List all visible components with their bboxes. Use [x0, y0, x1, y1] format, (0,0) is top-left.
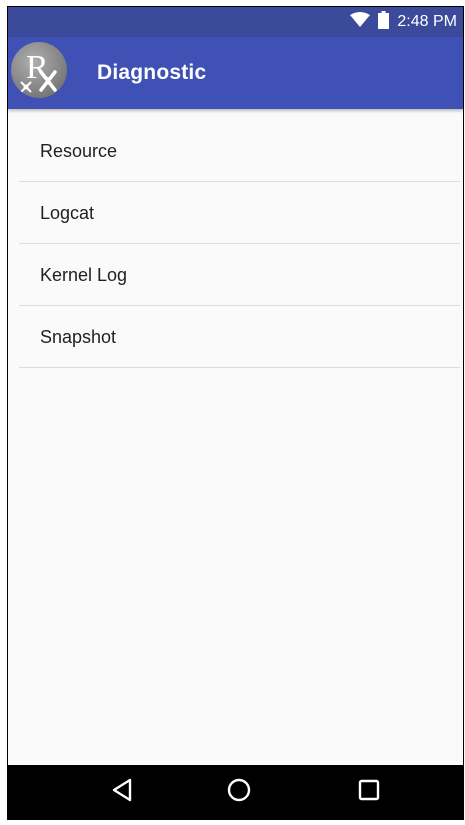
app-title: Diagnostic	[97, 61, 207, 84]
home-button[interactable]	[209, 765, 269, 819]
status-bar: 2:48 PM	[8, 7, 463, 37]
diagnostic-menu-list: Resource Logcat Kernel Log Snapshot	[8, 109, 463, 368]
recents-icon	[358, 779, 380, 806]
home-icon	[227, 778, 251, 807]
menu-item-logcat[interactable]: Logcat	[8, 182, 463, 244]
wifi-icon	[350, 11, 371, 33]
status-time: 2:48 PM	[397, 13, 457, 30]
menu-item-kernel-log[interactable]: Kernel Log	[8, 244, 463, 306]
navigation-bar	[8, 765, 463, 819]
battery-icon	[378, 10, 390, 34]
back-icon	[111, 778, 133, 807]
rx-logo-icon: R	[11, 42, 67, 98]
menu-item-snapshot[interactable]: Snapshot	[8, 306, 463, 368]
recents-button[interactable]	[339, 765, 399, 819]
status-icons: 2:48 PM	[350, 10, 457, 34]
device-screen: 2:48 PM R Diagnostic Resource Logcat Ker…	[8, 7, 463, 819]
menu-item-resource[interactable]: Resource	[8, 109, 463, 182]
app-bar: R Diagnostic	[8, 37, 463, 109]
back-button[interactable]	[92, 765, 152, 819]
